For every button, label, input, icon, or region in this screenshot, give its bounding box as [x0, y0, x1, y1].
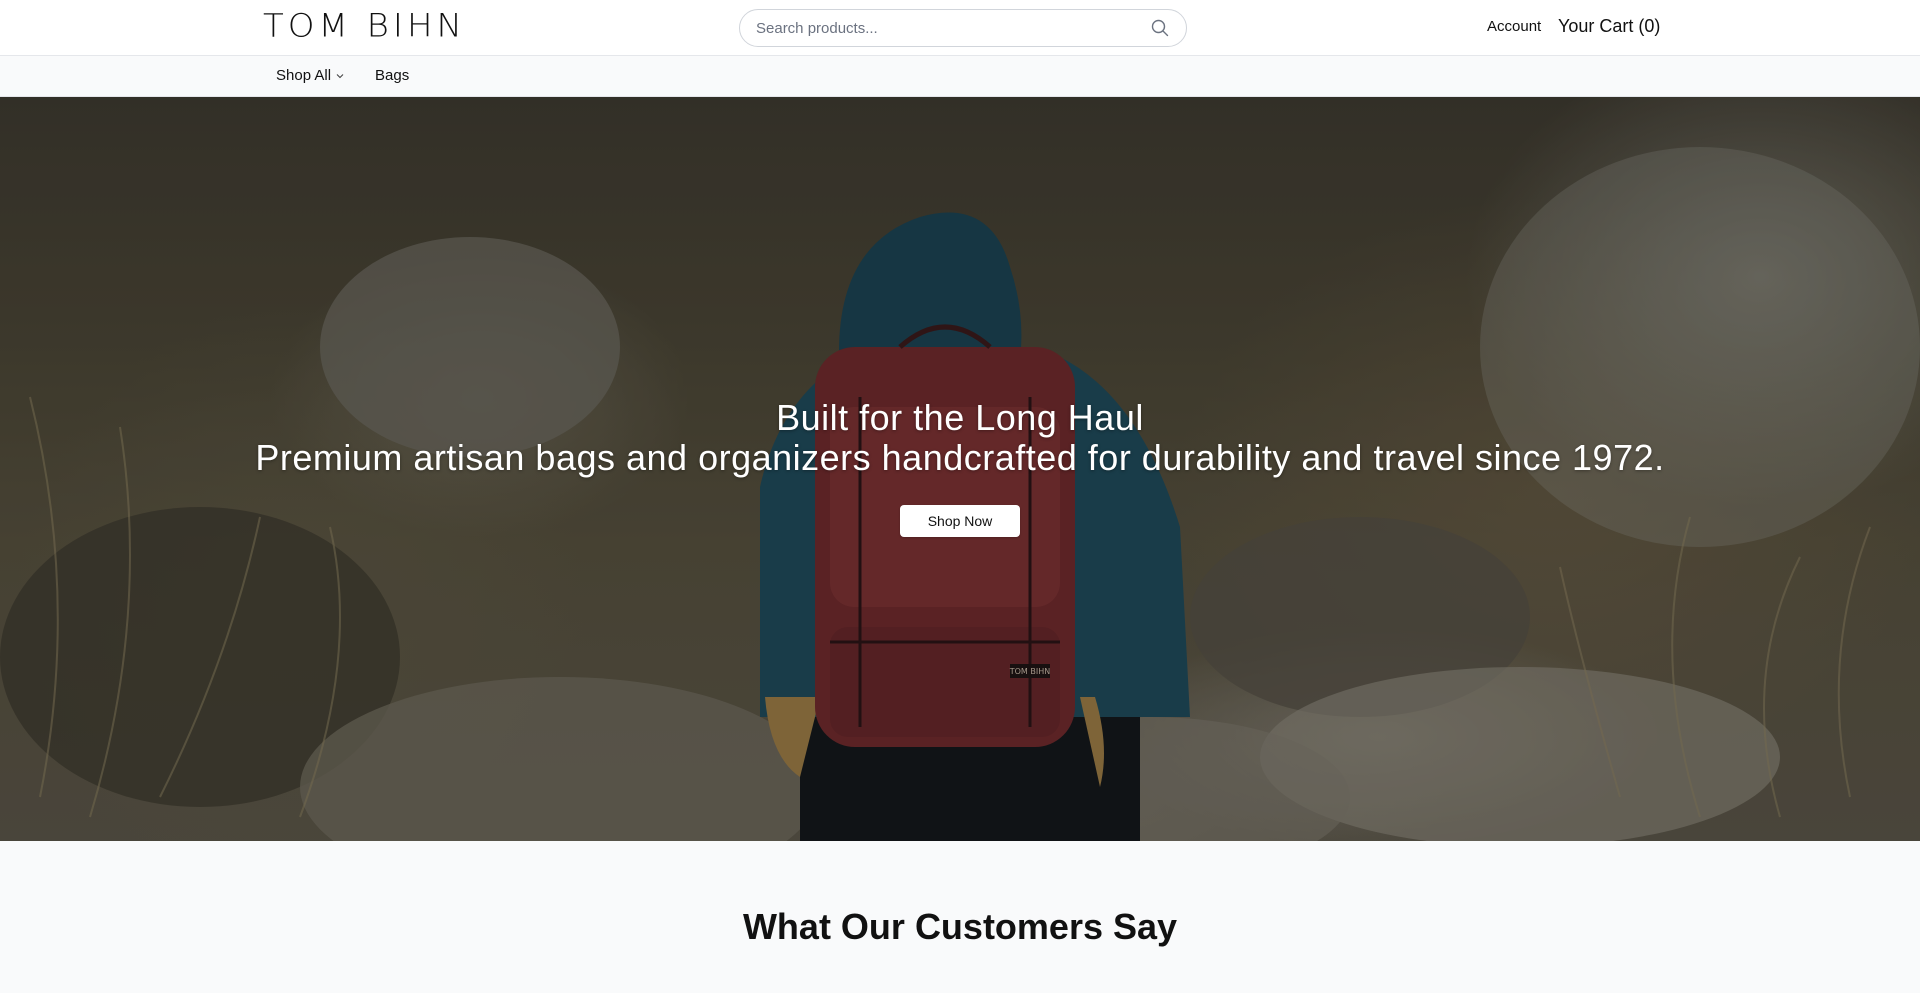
nav-item-label: Shop All [276, 67, 332, 84]
cart-link[interactable]: Your Cart (0) [1558, 16, 1660, 37]
logo-text: TOM BIHN [263, 7, 466, 45]
nav-item-label: Bags [375, 67, 410, 84]
site-logo[interactable]: TOM BIHN [263, 7, 466, 45]
site-header: TOM BIHN Account Your Cart (0) [0, 0, 1920, 56]
hero-title: Built for the Long Haul [776, 397, 1144, 438]
hero-banner: TOM BIHN Built for the Long Haul Premium… [0, 97, 1920, 841]
testimonials-title: What Our Customers Say [742, 906, 1178, 947]
search-bar [739, 9, 1187, 47]
chevron-down-icon [335, 71, 345, 81]
hero-subtitle: Premium artisan bags and organizers hand… [255, 437, 1665, 478]
nav-item-bags[interactable]: Bags [375, 67, 409, 84]
search-icon[interactable] [1150, 18, 1170, 38]
account-link[interactable]: Account [1487, 18, 1541, 35]
nav-item-shop-all[interactable]: Shop All [276, 67, 345, 84]
main-nav: Shop All Bags [0, 56, 1920, 97]
search-input[interactable] [756, 19, 1150, 37]
shop-now-button[interactable]: Shop Now [900, 505, 1020, 537]
